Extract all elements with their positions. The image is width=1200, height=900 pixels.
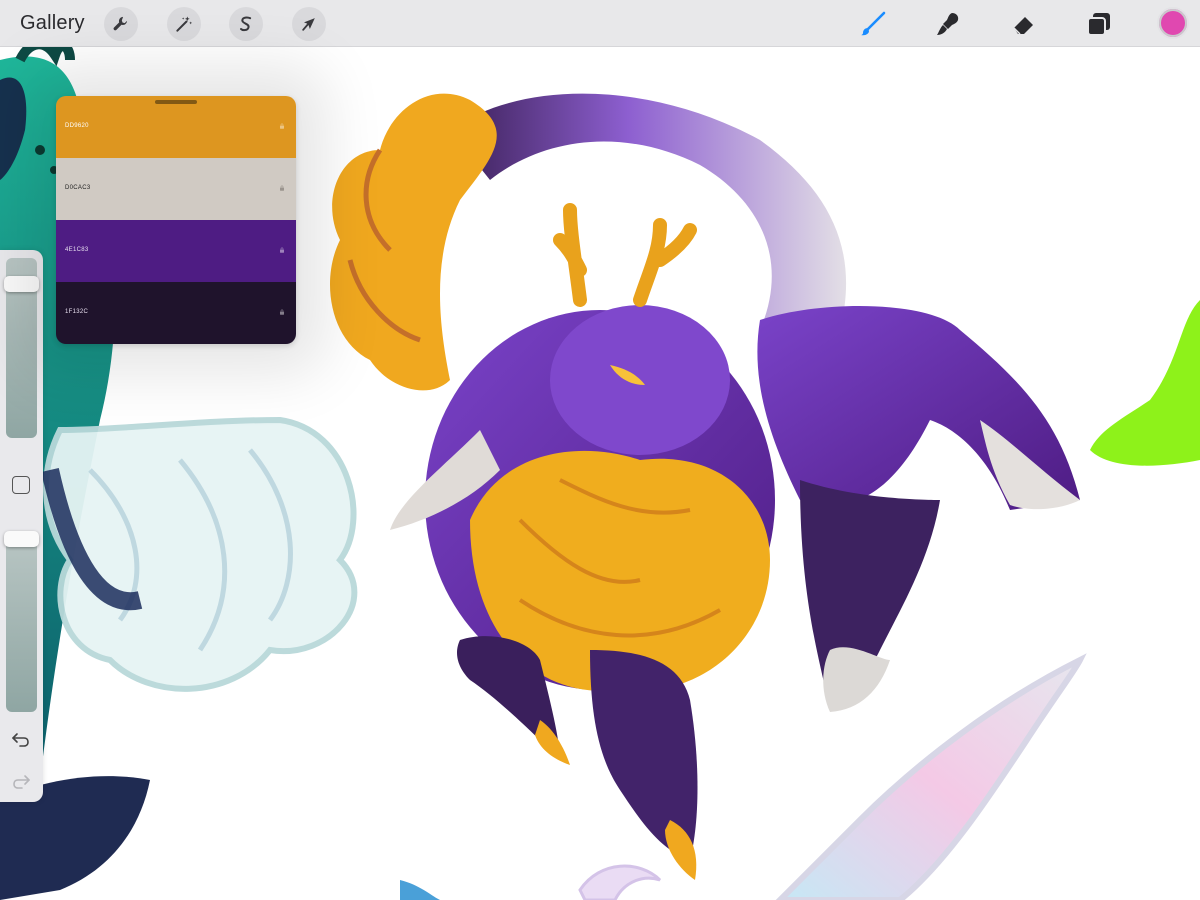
swatch-hex-label: DD9620 xyxy=(65,123,89,129)
selection-button[interactable] xyxy=(229,7,263,41)
swatch-hex-label: 4E1C83 xyxy=(65,247,89,253)
eraser-tool-button[interactable] xyxy=(1008,8,1040,40)
arrow-cursor-icon xyxy=(302,18,315,31)
current-color-button[interactable] xyxy=(1157,7,1189,39)
swatch-hex-label: 1F132C xyxy=(65,309,89,315)
modify-button[interactable] xyxy=(12,476,30,494)
redo-button[interactable] xyxy=(10,770,32,792)
magic-wand-icon xyxy=(176,16,193,32)
selection-s-icon xyxy=(240,16,252,32)
palette-drag-handle[interactable] xyxy=(155,100,197,104)
adjustments-button[interactable] xyxy=(167,7,201,41)
palette-swatch[interactable]: 4E1C83 xyxy=(56,220,296,282)
layers-icon xyxy=(1087,13,1110,36)
top-toolbar: Gallery xyxy=(0,0,1200,47)
left-sidebar xyxy=(0,250,43,802)
lock-icon xyxy=(280,247,284,253)
undo-arrow-icon xyxy=(12,733,29,747)
brush-tool-button[interactable] xyxy=(857,8,889,40)
undo-button[interactable] xyxy=(10,728,32,750)
palette-swatch[interactable]: DD9620 xyxy=(56,96,296,158)
transform-button[interactable] xyxy=(292,7,326,41)
opacity-slider[interactable] xyxy=(6,532,37,712)
smudge-icon xyxy=(937,13,959,35)
eraser-icon xyxy=(1013,17,1033,35)
brush-size-slider-thumb[interactable] xyxy=(4,276,39,293)
wrench-icon xyxy=(113,16,127,31)
gallery-button[interactable]: Gallery xyxy=(20,12,85,35)
redo-arrow-icon xyxy=(13,775,30,789)
lock-icon xyxy=(280,123,284,129)
layers-button[interactable] xyxy=(1083,8,1115,40)
opacity-slider-thumb[interactable] xyxy=(4,531,39,547)
smudge-tool-button[interactable] xyxy=(932,8,964,40)
palette-swatch-list: DD9620 D0CAC3 4E1C83 1F132C xyxy=(56,96,296,344)
brush-icon xyxy=(861,11,886,36)
lock-icon xyxy=(280,309,284,315)
actions-button[interactable] xyxy=(104,7,138,41)
palette-popover: DD9620 D0CAC3 4E1C83 1F132C xyxy=(56,96,296,344)
swatch-hex-label: D0CAC3 xyxy=(65,185,91,191)
palette-swatch[interactable]: 1F132C xyxy=(56,282,296,344)
lock-icon xyxy=(280,185,284,191)
palette-swatch[interactable]: D0CAC3 xyxy=(56,158,296,220)
green-shape-artwork xyxy=(1090,300,1200,466)
